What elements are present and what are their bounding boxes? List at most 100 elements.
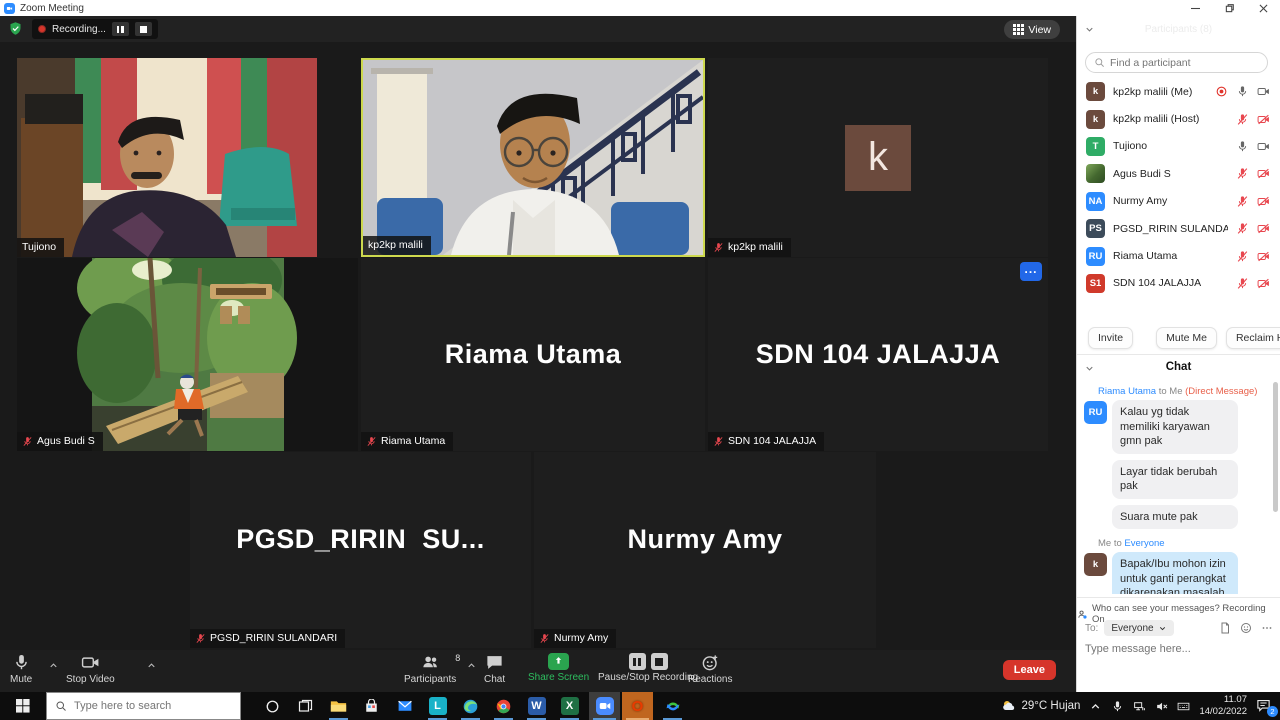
video-tile-nurmy-amy[interactable]: Nurmy Amy Nurmy Amy <box>534 452 876 648</box>
chat-button[interactable]: Chat <box>484 653 505 685</box>
camera-off-icon[interactable] <box>1257 250 1270 263</box>
share-screen-button[interactable]: Share Screen <box>528 653 589 683</box>
participants-button[interactable]: Participants 8 <box>404 653 456 685</box>
camera-off-icon[interactable] <box>1257 113 1270 126</box>
video-tile-agus-budi-s[interactable]: Agus Budi S <box>17 258 358 451</box>
stop-recording-icon[interactable] <box>135 22 152 36</box>
emoji-icon[interactable] <box>1240 622 1252 634</box>
restore-icon[interactable] <box>1212 0 1246 16</box>
attach-file-icon[interactable] <box>1219 622 1231 634</box>
network-icon[interactable] <box>1133 700 1146 713</box>
participant-row[interactable]: k kp2kp malili (Host) <box>1077 105 1280 132</box>
idm-icon[interactable] <box>659 692 686 720</box>
muted-mic-icon[interactable] <box>1236 250 1249 263</box>
chat-message-input[interactable] <box>1085 643 1270 655</box>
tray-chevron-up-icon[interactable] <box>1089 700 1102 713</box>
taskbar-search-input[interactable] <box>74 700 232 712</box>
mute-me-button[interactable]: Mute Me <box>1156 327 1217 349</box>
participant-row[interactable]: S1 SDN 104 JALAJJA <box>1077 270 1280 297</box>
participant-search-input[interactable] <box>1110 57 1259 69</box>
participant-row[interactable]: Agus Budi S <box>1077 160 1280 187</box>
zoom-taskbar-icon[interactable] <box>589 692 620 720</box>
participant-row[interactable]: T Tujiono <box>1077 133 1280 160</box>
participant-search[interactable] <box>1085 52 1268 73</box>
close-icon[interactable] <box>1246 0 1280 16</box>
office-taskbar-icon[interactable]: O <box>622 692 653 720</box>
video-tile-kp2kp-malili[interactable]: kp2kp malili <box>361 58 705 257</box>
taskbar-clock[interactable]: 11.07 14/02/2022 <box>1199 694 1247 718</box>
participant-row[interactable]: k kp2kp malili (Me) <box>1077 78 1280 105</box>
participant-row[interactable]: PS PGSD_RIRIN SULANDARI <box>1077 215 1280 242</box>
mic-icon[interactable] <box>1236 140 1249 153</box>
chevron-down-icon <box>1158 624 1167 633</box>
tray-mic-icon[interactable] <box>1111 700 1124 713</box>
participants-chevron-icon[interactable] <box>466 660 477 671</box>
touch-keyboard-icon[interactable] <box>1177 700 1190 713</box>
video-options-chevron-icon[interactable] <box>146 660 157 671</box>
edge-browser-icon[interactable] <box>457 692 484 720</box>
stop-icon[interactable] <box>651 653 668 670</box>
pause-stop-recording-button[interactable]: Pause/Stop Recording <box>598 653 698 683</box>
recipient-dropdown[interactable]: Everyone <box>1104 620 1173 636</box>
camera-off-icon[interactable] <box>1257 167 1270 180</box>
stop-video-button[interactable]: Stop Video <box>66 653 115 685</box>
start-button[interactable] <box>0 692 46 720</box>
video-tile-riama-utama[interactable]: Riama Utama Riama Utama <box>361 258 705 451</box>
view-button[interactable]: View <box>1004 20 1060 39</box>
pause-icon[interactable] <box>629 653 646 670</box>
encryption-shield-icon[interactable] <box>8 21 23 36</box>
muted-mic-icon[interactable] <box>1236 277 1249 290</box>
camera-off-icon[interactable] <box>1257 277 1270 290</box>
clock-date: 14/02/2022 <box>1199 706 1247 718</box>
video-tile-sdn-104-jalajja[interactable]: ... SDN 104 JALAJJA SDN 104 JALAJJA <box>708 258 1048 451</box>
invite-button[interactable]: Invite <box>1088 327 1133 349</box>
reactions-button[interactable]: Reactions <box>688 653 732 685</box>
participant-row[interactable]: NA Nurmy Amy <box>1077 188 1280 215</box>
recording-buttons <box>629 653 668 670</box>
mail-icon[interactable] <box>391 692 418 720</box>
system-tray: 29°C Hujan 11.07 14/02/2022 2 <box>1001 694 1280 718</box>
action-center-icon[interactable]: 2 <box>1256 698 1274 714</box>
sender-name[interactable]: Riama Utama <box>1098 386 1156 397</box>
minimize-icon[interactable] <box>1178 0 1212 16</box>
line-app-icon[interactable]: L <box>424 692 451 720</box>
recipient-name[interactable]: Everyone <box>1124 538 1164 549</box>
task-view-icon[interactable] <box>292 692 319 720</box>
chrome-browser-icon[interactable] <box>490 692 517 720</box>
pause-recording-icon[interactable] <box>112 22 129 36</box>
cortana-icon[interactable] <box>259 692 286 720</box>
tile-name: Nurmy Amy <box>554 632 608 644</box>
mute-options-chevron-icon[interactable] <box>48 660 59 671</box>
video-tile-kp2kp-malili-2[interactable]: k kp2kp malili <box>708 58 1048 257</box>
chat-message: k Bapak/Ibu mohon izin untuk ganti peran… <box>1077 552 1280 594</box>
meeting-toolbar: Recording... View <box>0 16 1076 42</box>
file-explorer-icon[interactable] <box>325 692 352 720</box>
muted-mic-icon[interactable] <box>1236 167 1249 180</box>
mic-icon[interactable] <box>1236 85 1249 98</box>
chat-scrollbar[interactable] <box>1273 382 1278 512</box>
weather-widget[interactable]: 29°C Hujan <box>1001 698 1081 714</box>
word-icon[interactable]: W <box>523 692 550 720</box>
video-tile-tujiono[interactable]: Tujiono <box>17 58 317 257</box>
camera-icon[interactable] <box>1257 85 1270 98</box>
microsoft-store-icon[interactable] <box>358 692 385 720</box>
mute-button[interactable]: Mute <box>10 653 32 685</box>
excel-icon[interactable]: X <box>556 692 583 720</box>
more-options-icon[interactable] <box>1261 622 1273 634</box>
muted-mic-icon[interactable] <box>1236 195 1249 208</box>
muted-mic-icon[interactable] <box>1236 113 1249 126</box>
muted-mic-icon[interactable] <box>1236 222 1249 235</box>
tile-name: kp2kp malili <box>368 239 423 251</box>
volume-muted-icon[interactable] <box>1155 700 1168 713</box>
camera-icon[interactable] <box>1257 140 1270 153</box>
participant-row[interactable]: RU Riama Utama <box>1077 242 1280 269</box>
video-tile-pgsd-ririn[interactable]: PGSD_RIRIN SU... PGSD_RIRIN SULANDARI <box>190 452 531 648</box>
avatar: NA <box>1086 192 1105 211</box>
weather-text: 29°C Hujan <box>1022 700 1081 712</box>
reclaim-host-button[interactable]: Reclaim Host <box>1226 327 1280 349</box>
avatar: T <box>1086 137 1105 156</box>
leave-button[interactable]: Leave <box>1003 660 1056 680</box>
taskbar-search[interactable] <box>46 692 241 720</box>
camera-off-icon[interactable] <box>1257 195 1270 208</box>
camera-off-icon[interactable] <box>1257 222 1270 235</box>
